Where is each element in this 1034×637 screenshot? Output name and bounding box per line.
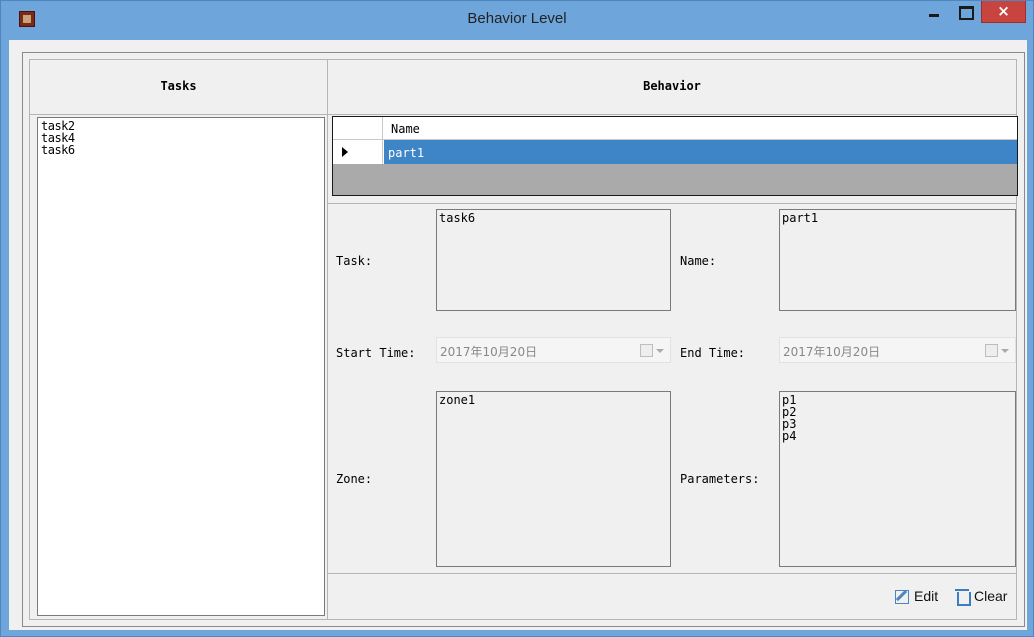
table-row[interactable]: part1 xyxy=(333,140,1017,164)
client-area: Tasks Behavior task2 task4 task6 Name pa… xyxy=(9,40,1027,630)
calendar-dropdown-icon[interactable] xyxy=(985,344,1011,358)
minimize-button[interactable] xyxy=(921,1,947,23)
close-button[interactable]: × xyxy=(981,1,1026,23)
title-bar[interactable]: Behavior Level × xyxy=(1,1,1033,39)
close-icon: × xyxy=(997,2,1010,20)
end-time-value: 2017年10月20日 xyxy=(783,345,881,359)
grid-corner-cell xyxy=(333,117,383,140)
tasks-column: task2 task4 task6 xyxy=(29,115,328,620)
grid-cell-name[interactable]: part1 xyxy=(384,140,1017,164)
window-title: Behavior Level xyxy=(467,10,567,27)
maximize-button[interactable] xyxy=(952,1,978,23)
parameter-item: p2 xyxy=(782,405,797,419)
start-time-label: Start Time: xyxy=(336,346,416,360)
parameters-field[interactable]: p1 p2 p3 p4 xyxy=(779,391,1016,567)
tasks-header: Tasks xyxy=(29,59,328,115)
name-label: Name: xyxy=(680,254,717,268)
clear-button-label: Clear xyxy=(974,588,1008,604)
edit-button[interactable]: Edit xyxy=(894,586,938,606)
current-row-arrow-icon xyxy=(333,140,383,164)
zone-label: Zone: xyxy=(336,472,373,486)
edit-button-label: Edit xyxy=(914,588,939,604)
behavior-header-label: Behavior xyxy=(643,79,701,93)
calendar-dropdown-icon[interactable] xyxy=(640,344,666,358)
parameters-label: Parameters: xyxy=(680,472,760,486)
behavior-grid[interactable]: Name part1 xyxy=(332,116,1018,196)
app-window: Behavior Level × Tasks Behavior task2 ta… xyxy=(0,0,1034,637)
grid-header-row: Name xyxy=(333,117,1017,140)
task-label: Task: xyxy=(336,254,373,268)
end-time-label: End Time: xyxy=(680,346,746,360)
parameter-item: p4 xyxy=(782,429,797,443)
name-field[interactable]: part1 xyxy=(779,209,1016,311)
behavior-grid-area: Name part1 xyxy=(328,115,1018,204)
task-field[interactable]: task6 xyxy=(436,209,671,311)
list-item[interactable]: task4 xyxy=(41,132,321,144)
behavior-form: Task: task6 Name: part1 Start Time: 2017… xyxy=(328,204,1017,574)
parameter-item: p1 xyxy=(782,393,797,407)
trash-icon xyxy=(954,587,971,606)
edit-icon xyxy=(894,588,910,604)
task-list[interactable]: task2 task4 task6 xyxy=(37,117,325,616)
clear-button[interactable]: Clear xyxy=(954,586,1007,606)
start-time-value: 2017年10月20日 xyxy=(440,345,538,359)
behavior-header: Behavior xyxy=(328,59,1017,115)
end-time-picker[interactable]: 2017年10月20日 xyxy=(779,337,1016,363)
action-bar: Edit Clear xyxy=(328,574,1017,620)
tasks-header-label: Tasks xyxy=(160,79,197,93)
start-time-picker[interactable]: 2017年10月20日 xyxy=(436,337,671,363)
column-header-name[interactable]: Name xyxy=(391,122,420,136)
parameter-item: p3 xyxy=(782,417,797,431)
list-item[interactable]: task2 xyxy=(41,120,321,132)
list-item[interactable]: task6 xyxy=(41,144,321,156)
zone-field[interactable]: zone1 xyxy=(436,391,671,567)
